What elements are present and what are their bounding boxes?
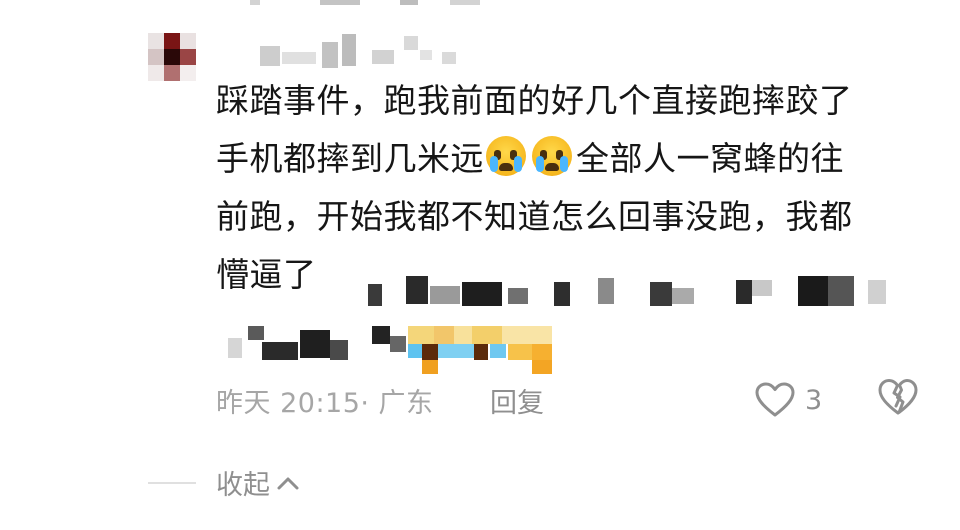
broken-heart-icon (878, 379, 918, 415)
comment-line-2a: 手机都摔到几米远 (216, 139, 484, 178)
comment-line-2b: 全部人一窝蜂的往 (576, 139, 844, 178)
username-blurred[interactable] (252, 32, 462, 72)
comment-time-location: 昨天 20:15· 广东 (216, 388, 434, 419)
avatar[interactable] (148, 33, 196, 81)
like-count: 3 (805, 384, 823, 416)
crying-face-icon (532, 136, 572, 176)
chevron-up-icon (277, 477, 299, 489)
dislike-button[interactable] (878, 378, 922, 422)
heart-icon (755, 382, 795, 417)
comment-line-3: 前跑，开始我都不知道怎么回事没跑，我都 (216, 197, 853, 236)
blurred-text-line4 (368, 276, 898, 310)
comment-line-1: 踩踏事件，跑我前面的好几个直接跑摔跤了 (216, 81, 853, 120)
crying-face-icon (486, 136, 526, 176)
like-button[interactable]: 3 (755, 378, 822, 422)
reply-button[interactable]: 回复 (490, 381, 544, 420)
comment-line-4: 懵逼了 (216, 255, 317, 294)
divider-line (148, 482, 196, 484)
collapse-replies-button[interactable]: 收起 (216, 463, 300, 502)
previous-content-blurred (250, 0, 510, 6)
collapse-label: 收起 (216, 470, 270, 501)
comment-text: 踩踏事件，跑我前面的好几个直接跑摔跤了 手机都摔到几米远 全部人一窝蜂的往 前跑，… (216, 72, 916, 304)
blurred-text-line5 (228, 326, 558, 376)
